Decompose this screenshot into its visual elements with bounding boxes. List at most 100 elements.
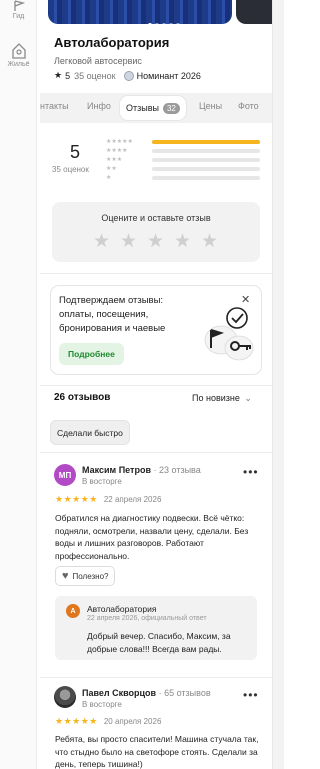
avatar[interactable]: МП <box>54 464 76 486</box>
chevron-down-icon: ⌄ <box>244 393 252 403</box>
place-category: Легковой автосервис <box>54 56 142 66</box>
rating-bar-fill <box>152 139 260 144</box>
rate-prompt: Оцените и оставьте отзыв ★ ★ ★ ★ ★ <box>52 202 260 262</box>
photo-gallery[interactable] <box>40 0 272 27</box>
review-date: 20 апреля 2026 <box>103 717 162 726</box>
rating-row-stars: ★★★★ <box>106 148 128 154</box>
review-text: Обратился на диагностику подвески. Всё ч… <box>55 513 249 561</box>
rail-item-housing[interactable]: Жильё <box>0 42 37 68</box>
place-title: Автолаборатория <box>54 35 170 50</box>
rate-stars: ★ ★ ★ ★ ★ <box>88 230 223 253</box>
rating-row-stars: ★★ <box>106 166 117 172</box>
org-avatar: А <box>66 604 80 618</box>
rating-bar <box>152 148 260 153</box>
heart-icon: ♥ <box>62 570 69 582</box>
tab-info[interactable]: Инфо <box>87 101 111 111</box>
more-dots-icon[interactable]: ••• <box>243 465 259 479</box>
rating-score: 5 <box>70 142 81 162</box>
review-rating: ★★★★★ 20 апреля 2026 <box>55 716 161 727</box>
reviewer-status: В восторге <box>82 700 122 709</box>
review-stars: ★★★★★ <box>55 716 98 726</box>
house-icon <box>11 43 26 59</box>
rating-row-1: ★ <box>106 173 260 182</box>
photo-dot <box>176 23 180 27</box>
flag-icon <box>13 0 25 11</box>
place-card: Автолаборатория Легковой автосервис ★ 5 … <box>40 0 272 769</box>
useful-button[interactable]: ♥ Полезно? <box>55 566 116 586</box>
rating-bar <box>152 139 260 144</box>
divider <box>40 452 272 453</box>
photo-dot <box>169 23 173 27</box>
reply-meta: 22 апреля 2026, официальный ответ <box>87 615 207 622</box>
review-rating: ★★★★★ 22 апреля 2026 <box>55 494 161 505</box>
tab-contacts[interactable]: нтакты <box>40 101 69 111</box>
map-edge <box>272 0 284 769</box>
rate-star-3[interactable]: ★ <box>142 230 169 253</box>
reviewer-name-text: Максим Петров <box>82 465 151 475</box>
more-dots-icon[interactable]: ••• <box>243 688 259 702</box>
review-date: 22 апреля 2026 <box>103 495 162 504</box>
rating-bar <box>152 175 260 180</box>
rail-item-guide[interactable]: Гид <box>0 0 37 20</box>
rating-summary: 5 35 оценок ★★★★★ ★★★★ ★★★ ★★ ★ <box>40 132 272 192</box>
photo-dot <box>148 23 152 27</box>
reviews-count-title: 26 отзывов <box>54 392 111 403</box>
rating-row-4: ★★★★ <box>106 146 260 155</box>
reviewer-name-text: Павел Скворцов <box>82 688 157 698</box>
avatar[interactable] <box>54 686 76 708</box>
photo-dots <box>148 14 183 32</box>
tab-reviews[interactable]: Отзывы 32 <box>120 96 186 120</box>
rail-item-label: Гид <box>12 13 25 20</box>
sort-dropdown[interactable]: По новизне ⌄ <box>192 393 252 404</box>
promo-more-button[interactable]: Подробнее <box>59 343 124 365</box>
rate-star-5[interactable]: ★ <box>196 230 223 253</box>
photo-main[interactable] <box>48 0 232 27</box>
rating-row-stars: ★★★ <box>106 157 123 163</box>
reviewer-status: В восторге <box>82 477 122 486</box>
review-text: Ребята, вы просто спасители! Машина стуч… <box>55 734 259 769</box>
rate-star-1[interactable]: ★ <box>88 230 115 253</box>
sort-label: По новизне <box>192 393 240 403</box>
rating-distribution: ★★★★★ ★★★★ ★★★ ★★ ★ <box>106 137 260 182</box>
photo-next[interactable] <box>236 0 272 24</box>
reviewer-name[interactable]: Максим Петров · 23 отзыва <box>82 465 201 475</box>
rail-item-label: Жильё <box>7 61 30 68</box>
promo-text: Подтверждаем отзывы: оплаты, посещения, … <box>59 295 166 334</box>
reviewer-name[interactable]: Павел Скворцов · 65 отзывов <box>82 688 211 698</box>
useful-label: Полезно? <box>72 571 109 581</box>
tab-label: Отзывы <box>126 103 159 113</box>
award-icon <box>123 70 134 81</box>
reviews-badge: 32 <box>162 102 180 114</box>
place-meta: ★ 5 35 оценок Номинант 2026 <box>54 70 201 81</box>
review-stars: ★★★★★ <box>55 494 98 504</box>
reply-text: Добрый вечер. Спасибо, Максим, за добрые… <box>87 631 231 654</box>
promo-illustration <box>204 307 254 361</box>
rating-bar <box>152 157 260 162</box>
filter-chip[interactable]: Сделали быстро <box>50 420 130 445</box>
owner-reply: А Автолаборатория 22 апреля 2026, официа… <box>55 596 257 660</box>
rating-count: 35 оценок <box>52 165 89 174</box>
rate-star-2[interactable]: ★ <box>115 230 142 253</box>
tab-bar: нтакты Инфо Отзывы 32 Цены Фото <box>40 93 272 123</box>
org-name: Автолаборатория <box>87 604 157 614</box>
nominee-label[interactable]: Номинант 2026 <box>137 71 201 81</box>
rating-row-2: ★★ <box>106 164 260 173</box>
divider <box>40 273 272 274</box>
reviewer-review-count: · 23 отзыва <box>153 465 201 475</box>
rate-prompt-label: Оцените и оставьте отзыв <box>101 213 211 223</box>
tab-photos[interactable]: Фото <box>238 101 259 111</box>
rating-bar <box>152 166 260 171</box>
left-rail: Гид Жильё <box>0 0 37 769</box>
verification-promo: Подтверждаем отзывы: оплаты, посещения, … <box>50 285 262 375</box>
rating-row-3: ★★★ <box>106 155 260 164</box>
photo-dot <box>162 23 166 27</box>
place-rating: 5 <box>65 70 71 81</box>
rating-row-5: ★★★★★ <box>106 137 260 146</box>
rating-row-stars: ★★★★★ <box>106 139 133 145</box>
rating-row-stars: ★ <box>106 175 112 181</box>
place-rating-count[interactable]: 35 оценок <box>74 71 116 81</box>
photo-dot <box>155 23 159 27</box>
tab-prices[interactable]: Цены <box>199 101 222 111</box>
rate-star-4[interactable]: ★ <box>169 230 196 253</box>
reviewer-review-count: · 65 отзывов <box>158 688 211 698</box>
